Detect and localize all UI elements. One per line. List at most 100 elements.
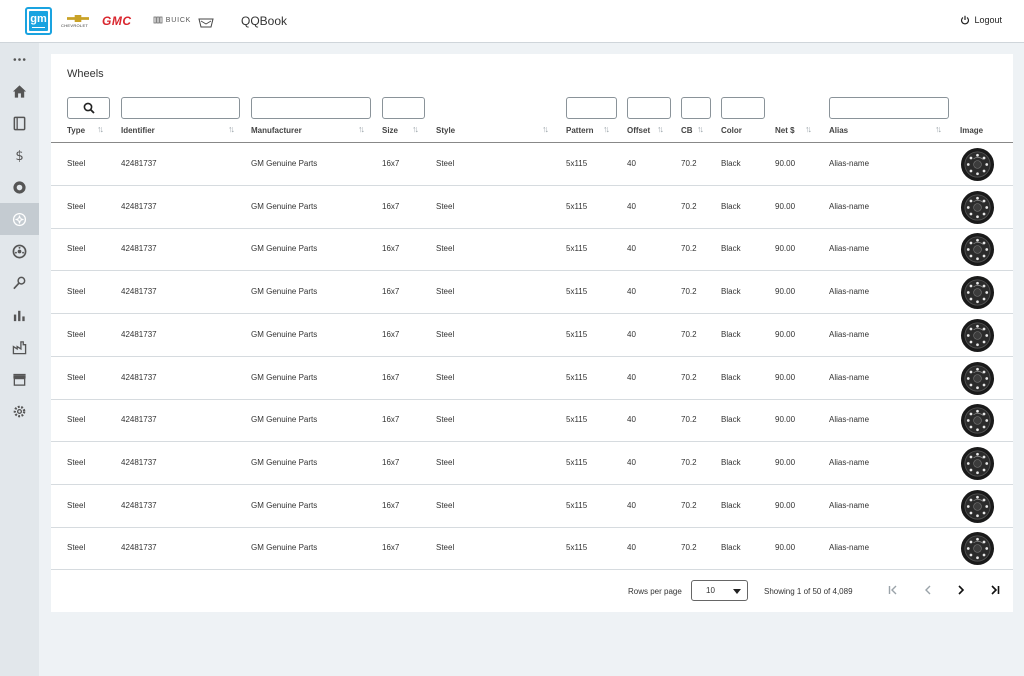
sidebar-item-tires[interactable] <box>0 171 39 203</box>
search-button[interactable] <box>67 97 110 119</box>
sidebar-item-store[interactable] <box>0 363 39 395</box>
table-row[interactable]: Steel 42481737 GM Genuine Parts 16x7 Steel 5x… <box>51 442 1013 485</box>
cell-style: Steel <box>436 244 455 254</box>
previous-page-icon[interactable] <box>921 583 935 597</box>
wheel-thumbnail-image[interactable] <box>960 275 995 310</box>
table-row[interactable]: Steel 42481737 GM Genuine Parts 16x7 Steel 5x… <box>51 143 1013 186</box>
sidebar-item-more[interactable] <box>0 43 39 75</box>
cell-style: Steel <box>436 500 455 510</box>
table-row[interactable]: Steel 42481737 GM Genuine Parts 16x7 Steel 5x… <box>51 527 1013 571</box>
cell-cb: 70.2 <box>681 500 697 510</box>
sidebar-item-wheels[interactable] <box>0 203 39 235</box>
table-row[interactable]: Steel 42481737 GM Genuine Parts 16x7 Steel 5x… <box>51 357 1013 400</box>
sort-type-icon[interactable]: ↑↓ <box>97 124 104 134</box>
wheel-thumbnail-image[interactable] <box>960 403 995 438</box>
column-header-identifier: Identifier <box>121 126 155 135</box>
sidebar-item-factory[interactable] <box>0 331 39 363</box>
chevrolet-wordmark: CHEVROLET <box>61 23 89 28</box>
rim-icon <box>12 244 27 258</box>
size-filter-input[interactable] <box>382 97 425 119</box>
table-row[interactable]: Steel 42481737 GM Genuine Parts 16x7 Steel 5x… <box>51 186 1013 229</box>
wheel-thumbnail-image[interactable] <box>960 531 995 566</box>
cell-type: Steel <box>67 372 86 382</box>
cell-net-price: 90.00 <box>775 372 796 382</box>
wheel-thumbnail-image[interactable] <box>960 361 995 396</box>
cell-pattern: 5x115 <box>566 287 588 297</box>
cell-type: Steel <box>67 159 86 168</box>
cell-style: Steel <box>436 329 455 339</box>
table-row[interactable]: Steel 42481737 GM Genuine Parts 16x7 Steel 5x… <box>51 228 1013 272</box>
cell-pattern: 5x115 <box>566 201 588 211</box>
offset-filter-input[interactable] <box>627 97 671 119</box>
cell-identifier: 42481737 <box>121 329 157 339</box>
color-filter-input[interactable] <box>721 97 765 119</box>
table-row[interactable]: Steel 42481737 GM Genuine Parts 16x7 Steel 5x… <box>51 485 1013 528</box>
cell-pattern: 5x115 <box>566 543 588 553</box>
cadillac-crest-icon <box>198 18 214 28</box>
sidebar-item-pricing[interactable]: $ <box>0 139 39 171</box>
next-page-icon[interactable] <box>954 583 968 597</box>
sort-manufacturer-icon[interactable]: ↑↓ <box>358 124 365 134</box>
last-page-icon[interactable] <box>988 583 1002 597</box>
power-icon <box>961 15 970 25</box>
alias-filter-input[interactable] <box>829 97 949 119</box>
sort-identifier-icon[interactable]: ↑↓ <box>228 124 235 134</box>
cell-manufacturer: GM Genuine Parts <box>251 415 318 425</box>
wheel-thumbnail-image[interactable] <box>960 318 995 353</box>
dollar-icon: $ <box>15 149 23 163</box>
page-title: Wheels <box>67 68 104 80</box>
factory-icon <box>12 340 27 354</box>
cell-size: 16x7 <box>382 415 400 425</box>
gmc-logo: GMC <box>102 14 132 28</box>
sidebar-item-reports[interactable] <box>0 299 39 331</box>
pattern-filter-input[interactable] <box>566 97 617 119</box>
wheel-thumbnail-image[interactable] <box>960 190 995 225</box>
cell-type: Steel <box>67 543 86 553</box>
wheel-thumbnail-image[interactable] <box>960 446 995 481</box>
identifier-filter-input[interactable] <box>121 97 240 119</box>
cell-net-price: 90.00 <box>775 543 796 553</box>
first-page-icon[interactable] <box>886 583 900 597</box>
cell-size: 16x7 <box>382 372 400 382</box>
sidebar-item-service[interactable] <box>0 267 39 299</box>
cell-manufacturer: GM Genuine Parts <box>251 244 318 254</box>
rows-per-page-value: 10 <box>706 586 715 595</box>
cell-type: Steel <box>67 244 86 254</box>
sidebar-item-settings[interactable] <box>0 395 39 427</box>
wheel-thumbnail-image[interactable] <box>960 489 995 524</box>
sort-style-icon[interactable]: ↑↓ <box>542 124 549 134</box>
sort-pattern-icon[interactable]: ↑↓ <box>603 124 610 134</box>
table-row[interactable]: Steel 42481737 GM Genuine Parts 16x7 Steel 5x… <box>51 314 1013 357</box>
cell-style: Steel <box>436 543 455 553</box>
top-header: gm CHEVROLET GMC BUICK QQBook Logout <box>0 0 1024 43</box>
table-row[interactable]: Steel 42481737 GM Genuine Parts 16x7 Steel 5x… <box>51 399 1013 443</box>
chevron-down-icon <box>733 589 741 594</box>
cell-pattern: 5x115 <box>566 457 588 467</box>
sort-offset-icon[interactable]: ↑↓ <box>657 124 664 134</box>
table-row[interactable]: Steel 42481737 GM Genuine Parts 16x7 Steel 5x… <box>51 271 1013 315</box>
sort-cb-icon[interactable]: ↑↓ <box>697 124 704 134</box>
wheel-thumbnail-image[interactable] <box>960 147 995 182</box>
sort-size-icon[interactable]: ↑↓ <box>412 124 419 134</box>
cell-offset: 40 <box>627 287 636 297</box>
cb-filter-input[interactable] <box>681 97 711 119</box>
chart-icon <box>13 310 25 321</box>
column-header-color: Color <box>721 126 742 135</box>
gm-logo[interactable]: gm <box>25 7 52 35</box>
wheel-thumbnail-image[interactable] <box>960 232 995 267</box>
cell-color: Black <box>721 500 741 510</box>
sort-net-price-icon[interactable]: ↑↓ <box>805 124 812 134</box>
sort-alias-icon[interactable]: ↑↓ <box>935 124 942 134</box>
sidebar-item-rims[interactable] <box>0 235 39 267</box>
cell-pattern: 5x115 <box>566 159 588 168</box>
logout-button[interactable]: Logout <box>960 15 1002 25</box>
cell-pattern: 5x115 <box>566 329 588 339</box>
cell-offset: 40 <box>627 244 636 254</box>
sidebar-item-home[interactable] <box>0 75 39 107</box>
cell-identifier: 42481737 <box>121 457 157 467</box>
sidebar-item-book[interactable] <box>0 107 39 139</box>
cell-color: Black <box>721 415 741 425</box>
manufacturer-filter-input[interactable] <box>251 97 371 119</box>
search-icon <box>83 102 95 114</box>
rows-per-page-select[interactable]: 10 <box>691 580 748 601</box>
